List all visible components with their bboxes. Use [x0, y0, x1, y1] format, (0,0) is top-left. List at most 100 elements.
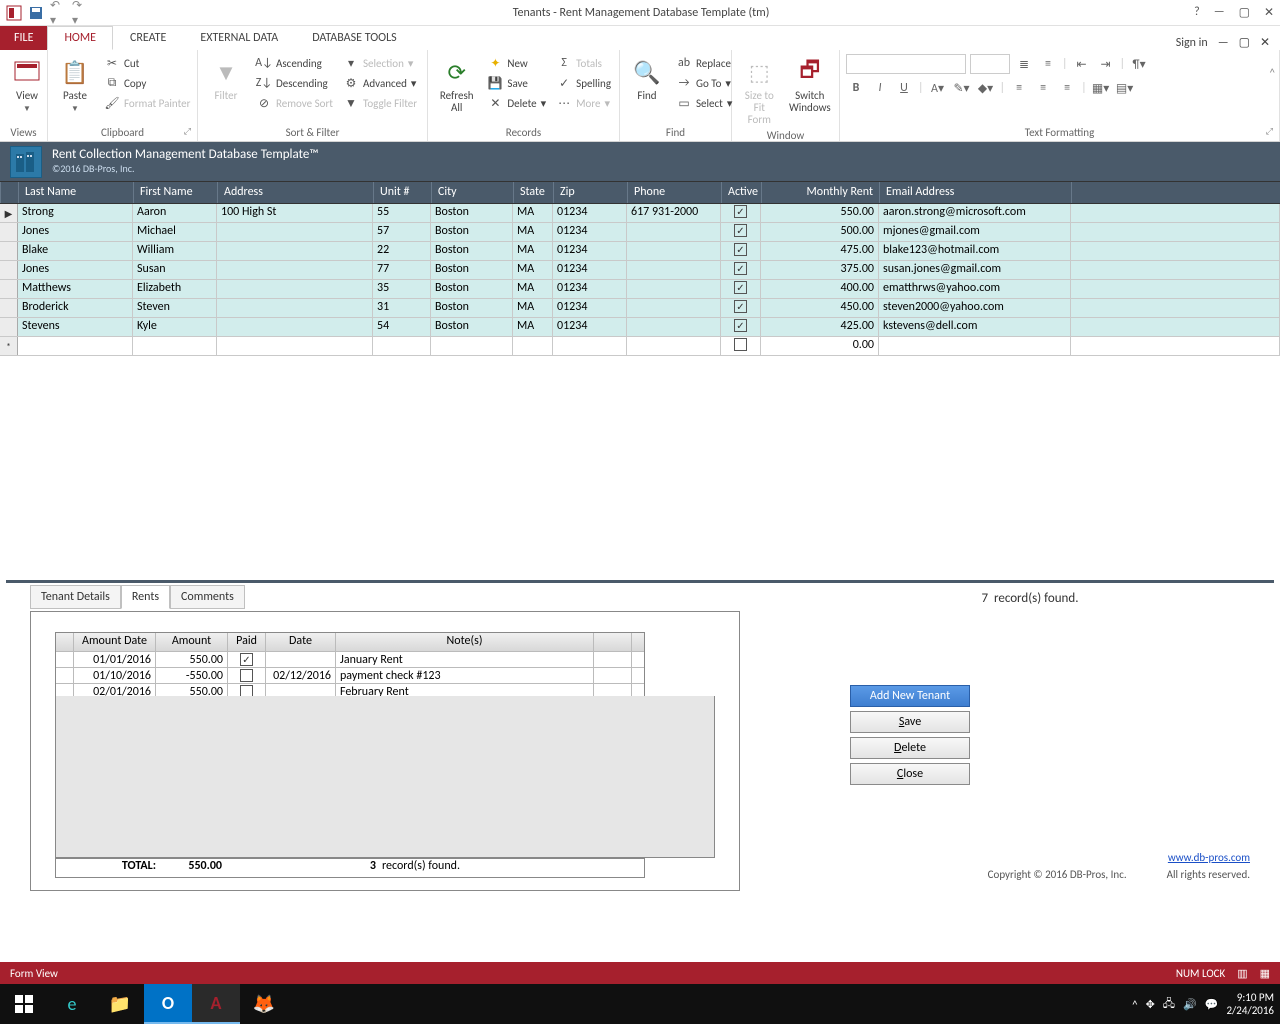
col-state[interactable]: State — [513, 182, 553, 203]
highlight-icon[interactable]: ✎▾ — [952, 78, 972, 98]
subgrid-row[interactable]: 01/10/2016-550.0002/12/2016payment check… — [56, 667, 644, 683]
goto-button[interactable]: →Go To ▾ — [674, 74, 734, 92]
close-icon[interactable]: ✕ — [1264, 5, 1274, 20]
col-zip[interactable]: Zip — [553, 182, 627, 203]
align-center-icon[interactable]: ≡ — [1033, 78, 1053, 98]
taskbar-access[interactable]: A — [192, 984, 240, 1024]
table-row[interactable]: BroderickSteven31BostonMA01234✓450.00ste… — [0, 299, 1280, 318]
switch-windows-button[interactable]: 🗗Switch Windows — [787, 54, 833, 116]
indent-decrease-icon[interactable]: ⇤ — [1072, 54, 1092, 74]
remove-sort-button[interactable]: ⊘Remove Sort — [254, 94, 335, 112]
tab-rents[interactable]: Rents — [121, 585, 170, 609]
replace-button[interactable]: abReplace — [674, 54, 734, 72]
new-record-button[interactable]: ✦New — [485, 54, 548, 72]
table-row[interactable]: ▶StrongAaron100 High St55BostonMA0123461… — [0, 204, 1280, 223]
save-button[interactable]: Save — [850, 711, 970, 733]
col-email[interactable]: Email Address — [879, 182, 1071, 203]
col-last-name[interactable]: Last Name — [18, 182, 133, 203]
start-button[interactable] — [0, 984, 48, 1024]
taskbar-outlook[interactable]: O — [144, 984, 192, 1024]
paste-button[interactable]: 📋Paste▼ — [54, 54, 96, 116]
font-name-combo[interactable] — [846, 54, 966, 74]
add-new-tenant-button[interactable]: Add New Tenant — [850, 685, 970, 707]
close-button[interactable]: Close — [850, 763, 970, 785]
cut-button[interactable]: ✂Cut — [102, 54, 192, 72]
underline-icon[interactable]: U — [894, 78, 914, 98]
website-link[interactable]: www.db-pros.com — [1168, 851, 1250, 864]
minimize-icon[interactable]: — — [1214, 5, 1225, 20]
col-unit[interactable]: Unit # — [373, 182, 431, 203]
undo-icon[interactable]: ↶ ▾ — [50, 5, 66, 21]
more-button[interactable]: ⋯More ▾ — [554, 94, 613, 112]
help-icon[interactable]: ? — [1194, 5, 1200, 20]
view-datasheet-icon[interactable]: ▦ — [1260, 967, 1270, 980]
tray-chevron-icon[interactable]: ^ — [1132, 998, 1137, 1011]
col-first-name[interactable]: First Name — [133, 182, 217, 203]
descending-button[interactable]: Z↓Descending — [254, 74, 335, 92]
mdi-close-icon[interactable]: ✕ — [1260, 35, 1270, 50]
save-icon[interactable] — [28, 5, 44, 21]
table-row[interactable]: BlakeWilliam22BostonMA01234✓475.00blake1… — [0, 242, 1280, 261]
tray-volume-icon[interactable]: 🔊 — [1183, 998, 1197, 1011]
mdi-restore-icon[interactable]: ▢ — [1239, 35, 1250, 50]
view-form-icon[interactable]: ▥ — [1237, 967, 1247, 980]
taskbar-firefox[interactable]: 🦊 — [240, 984, 288, 1024]
tab-home[interactable]: HOME — [47, 26, 113, 50]
save-record-button[interactable]: 💾Save — [485, 74, 548, 92]
numbering-icon[interactable]: ≡ — [1038, 54, 1058, 74]
tab-database-tools[interactable]: DATABASE TOOLS — [295, 26, 413, 50]
tab-create[interactable]: CREATE — [113, 26, 183, 50]
table-row[interactable]: JonesSusan77BostonMA01234✓375.00susan.jo… — [0, 261, 1280, 280]
sign-in-link[interactable]: Sign in — [1176, 36, 1208, 50]
tab-external-data[interactable]: EXTERNAL DATA — [183, 26, 295, 50]
refresh-all-button[interactable]: ⟳Refresh All — [434, 54, 479, 116]
restore-icon[interactable]: ▢ — [1239, 5, 1250, 20]
format-painter-button[interactable]: 🖌Format Painter — [102, 94, 192, 112]
col-address[interactable]: Address — [217, 182, 373, 203]
col-active[interactable]: Active — [721, 182, 761, 203]
indent-increase-icon[interactable]: ⇥ — [1096, 54, 1116, 74]
tab-comments[interactable]: Comments — [170, 585, 245, 609]
align-right-icon[interactable]: ≡ — [1057, 78, 1077, 98]
mdi-minimize-icon[interactable]: — — [1218, 36, 1229, 50]
totals-button[interactable]: ΣTotals — [554, 54, 613, 72]
tray-network-icon[interactable]: 🖧 — [1163, 995, 1175, 1014]
ascending-button[interactable]: A↓Ascending — [254, 54, 335, 72]
size-to-fit-form-button[interactable]: ⬚Size to Fit Form — [738, 54, 781, 128]
font-size-combo[interactable] — [970, 54, 1010, 74]
tab-tenant-details[interactable]: Tenant Details — [30, 585, 121, 609]
tray-notifications-icon[interactable]: 💬 — [1205, 998, 1219, 1011]
filter-button[interactable]: ▼Filter — [204, 54, 248, 104]
textfmt-launcher-icon[interactable]: ⤢ — [1266, 124, 1273, 140]
alt-row-color-icon[interactable]: ▤▾ — [1115, 78, 1135, 98]
table-row[interactable]: StevensKyle54BostonMA01234✓425.00ksteven… — [0, 318, 1280, 337]
delete-record-button[interactable]: ✕Delete ▾ — [485, 94, 548, 112]
tray-sync-icon[interactable]: ✥ — [1146, 998, 1155, 1011]
collapse-ribbon-icon[interactable]: ^ — [1270, 65, 1275, 81]
col-city[interactable]: City — [431, 182, 513, 203]
taskbar-edge[interactable]: e — [48, 984, 96, 1024]
tray-clock[interactable]: 9:10 PM2/24/2016 — [1226, 991, 1274, 1017]
align-left-icon[interactable]: ≡ — [1009, 78, 1029, 98]
bullets-icon[interactable]: ≣ — [1014, 54, 1034, 74]
table-new-row[interactable]: *0.00 — [0, 337, 1280, 356]
col-monthly-rent[interactable]: Monthly Rent — [761, 182, 879, 203]
redo-icon[interactable]: ↷ ▾ — [72, 5, 88, 21]
select-button[interactable]: ▭Select ▾ — [674, 94, 734, 112]
view-button[interactable]: View▼ — [6, 54, 48, 116]
table-row[interactable]: JonesMichael57BostonMA01234✓500.00mjones… — [0, 223, 1280, 242]
gridlines-icon[interactable]: ▦▾ — [1091, 78, 1111, 98]
col-phone[interactable]: Phone — [627, 182, 721, 203]
italic-icon[interactable]: I — [870, 78, 890, 98]
text-direction-icon[interactable]: ¶▾ — [1129, 54, 1149, 74]
font-color-icon[interactable]: A▾ — [928, 78, 948, 98]
copy-button[interactable]: ⧉Copy — [102, 74, 192, 92]
find-button[interactable]: 🔍Find — [626, 54, 668, 104]
table-row[interactable]: MatthewsElizabeth35BostonMA01234✓400.00e… — [0, 280, 1280, 299]
clipboard-launcher-icon[interactable]: ⤢ — [184, 124, 191, 140]
bold-icon[interactable]: B — [846, 78, 866, 98]
advanced-button[interactable]: ⚙Advanced ▾ — [341, 74, 419, 92]
taskbar-explorer[interactable]: 📁 — [96, 984, 144, 1024]
delete-button[interactable]: Delete — [850, 737, 970, 759]
fill-color-icon[interactable]: ◆▾ — [976, 78, 996, 98]
